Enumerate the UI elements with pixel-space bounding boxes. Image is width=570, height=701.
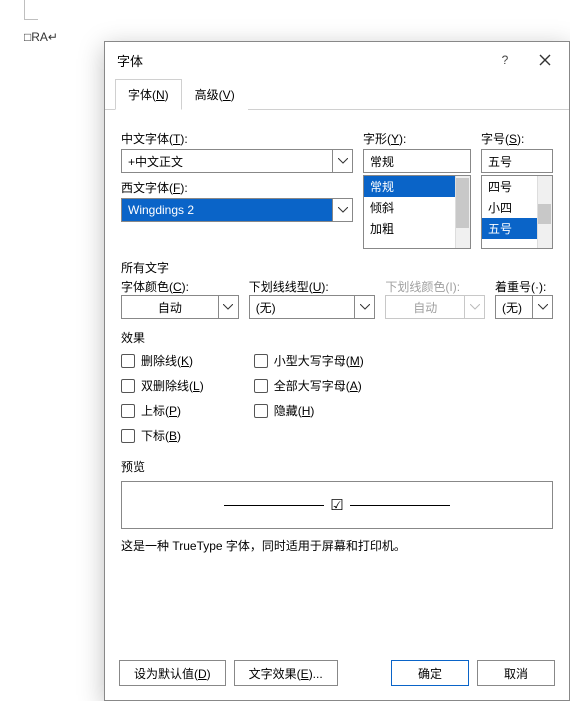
text-effects-button[interactable]: 文字效果(E)... bbox=[234, 660, 338, 686]
label-style: 字形(Y): bbox=[363, 130, 471, 147]
dropdown-button[interactable] bbox=[218, 296, 238, 318]
dropdown-button[interactable] bbox=[332, 199, 352, 221]
scrollbar-thumb[interactable] bbox=[456, 178, 469, 228]
cjk-font-value: +中文正文 bbox=[122, 150, 332, 172]
checkbox-icon bbox=[121, 354, 135, 368]
label-font-color: 字体颜色(C): bbox=[121, 278, 239, 295]
help-button[interactable]: ? bbox=[485, 46, 525, 74]
tab-advanced[interactable]: 高级(V) bbox=[182, 79, 248, 110]
dropdown-button bbox=[464, 296, 484, 318]
chk-subscript[interactable]: 下标(B) bbox=[121, 427, 204, 444]
set-default-button[interactable]: 设为默认值(D) bbox=[119, 660, 226, 686]
titlebar: 字体 ? bbox=[105, 42, 569, 78]
style-list[interactable]: 常规 倾斜 加粗 bbox=[363, 175, 471, 249]
label-effects: 效果 bbox=[121, 329, 553, 346]
ok-button[interactable]: 确定 bbox=[391, 660, 469, 686]
size-input[interactable]: 五号 bbox=[481, 149, 553, 173]
style-value: 常规 bbox=[364, 150, 470, 172]
dropdown-button[interactable] bbox=[332, 150, 352, 172]
close-button[interactable] bbox=[525, 46, 565, 74]
emphasis-value: (无) bbox=[496, 296, 532, 318]
underline-style-combo[interactable]: (无) bbox=[249, 295, 376, 319]
chk-double-strike[interactable]: 双删除线(L) bbox=[121, 377, 204, 394]
checkbox-icon bbox=[121, 404, 135, 418]
style-input[interactable]: 常规 bbox=[363, 149, 471, 173]
dialog-body: 中文字体(T): +中文正文 西文字体(F): Wingdings 2 字形(Y… bbox=[105, 110, 569, 650]
scrollbar[interactable] bbox=[455, 176, 470, 248]
chevron-down-icon bbox=[223, 304, 233, 310]
scrollbar-thumb[interactable] bbox=[538, 204, 551, 224]
margin-indicator bbox=[24, 0, 38, 20]
checkbox-icon bbox=[254, 354, 268, 368]
label-cjk-font: 中文字体(T): bbox=[121, 130, 353, 147]
tab-strip: 字体(N) 高级(V) bbox=[105, 78, 569, 110]
font-dialog: 字体 ? 字体(N) 高级(V) 中文字体(T): +中文正文 西文字体(F):… bbox=[104, 41, 570, 701]
dialog-footer: 设为默认值(D) 文字效果(E)... 确定 取消 bbox=[105, 650, 569, 700]
scrollbar[interactable] bbox=[537, 176, 552, 248]
checkbox-icon bbox=[121, 379, 135, 393]
label-emphasis: 着重号(·): bbox=[495, 278, 553, 295]
cjk-font-combo[interactable]: +中文正文 bbox=[121, 149, 353, 173]
chevron-down-icon bbox=[338, 158, 348, 164]
tab-font[interactable]: 字体(N) bbox=[115, 79, 182, 110]
document-text: □RA↵ bbox=[24, 30, 58, 44]
underline-color-combo: 自动 bbox=[385, 295, 485, 319]
underline-color-value: 自动 bbox=[386, 296, 464, 318]
preview-line bbox=[224, 505, 324, 506]
cancel-button[interactable]: 取消 bbox=[477, 660, 555, 686]
chk-hidden[interactable]: 隐藏(H) bbox=[254, 402, 364, 419]
chevron-down-icon bbox=[338, 207, 348, 213]
close-icon bbox=[539, 54, 551, 66]
preview-sample: ☑ bbox=[330, 496, 343, 514]
latin-font-value: Wingdings 2 bbox=[122, 199, 332, 221]
label-all-text: 所有文字 bbox=[121, 259, 553, 276]
dropdown-button[interactable] bbox=[532, 296, 552, 318]
font-color-value: 自动 bbox=[122, 296, 218, 318]
checkbox-icon bbox=[121, 429, 135, 443]
chk-small-caps[interactable]: 小型大写字母(M) bbox=[254, 352, 364, 369]
checkbox-icon bbox=[254, 404, 268, 418]
chevron-down-icon bbox=[470, 304, 480, 310]
checkbox-icon bbox=[254, 379, 268, 393]
chevron-down-icon bbox=[360, 304, 370, 310]
label-size: 字号(S): bbox=[481, 130, 553, 147]
label-underline-color: 下划线颜色(I): bbox=[385, 278, 485, 295]
emphasis-combo[interactable]: (无) bbox=[495, 295, 553, 319]
dialog-title: 字体 bbox=[117, 51, 485, 70]
chk-all-caps[interactable]: 全部大写字母(A) bbox=[254, 377, 364, 394]
size-list[interactable]: 四号 小四 五号 bbox=[481, 175, 553, 249]
preview-line bbox=[350, 505, 450, 506]
font-note: 这是一种 TrueType 字体，同时适用于屏幕和打印机。 bbox=[121, 537, 553, 554]
dropdown-button[interactable] bbox=[354, 296, 374, 318]
underline-style-value: (无) bbox=[250, 296, 355, 318]
chevron-down-icon bbox=[538, 304, 548, 310]
label-latin-font: 西文字体(F): bbox=[121, 179, 353, 196]
label-underline-style: 下划线线型(U): bbox=[249, 278, 376, 295]
label-preview: 预览 bbox=[121, 458, 553, 475]
size-value: 五号 bbox=[482, 150, 552, 172]
font-color-combo[interactable]: 自动 bbox=[121, 295, 239, 319]
chk-superscript[interactable]: 上标(P) bbox=[121, 402, 204, 419]
chk-strikethrough[interactable]: 删除线(K) bbox=[121, 352, 204, 369]
preview-box: ☑ bbox=[121, 481, 553, 529]
latin-font-combo[interactable]: Wingdings 2 bbox=[121, 198, 353, 222]
